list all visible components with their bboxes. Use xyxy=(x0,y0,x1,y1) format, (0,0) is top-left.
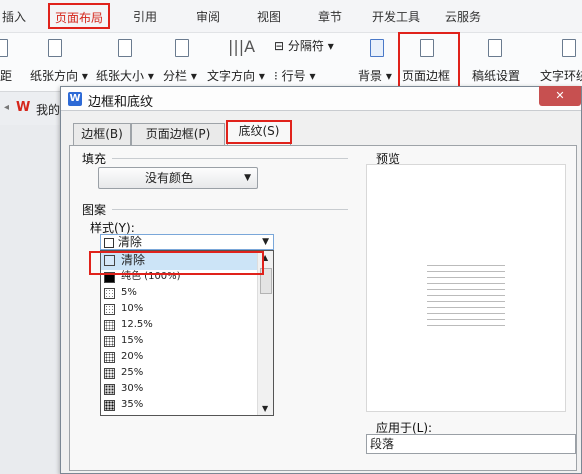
paper-size-icon[interactable] xyxy=(118,39,132,57)
fill-divider xyxy=(112,158,348,159)
tab-borders[interactable]: 边框(B) xyxy=(73,123,131,145)
paper-setting-icon[interactable] xyxy=(488,39,502,57)
page-border-highlight xyxy=(398,32,460,88)
preview-line xyxy=(427,283,505,284)
preview-line xyxy=(427,295,505,296)
fill-label: 填充 xyxy=(82,152,107,166)
preview-line xyxy=(427,319,505,320)
list-item[interactable]: 10% xyxy=(101,301,257,317)
list-item[interactable]: 20% xyxy=(101,349,257,365)
swatch-30-icon xyxy=(104,384,115,395)
preview-pane xyxy=(366,164,566,412)
shading-panel: 填充 没有颜色 ▼ 图案 样式(Y): 清除 ▼ 清除 纯色 (100%) 5%… xyxy=(69,145,577,471)
list-item[interactable]: 15% xyxy=(101,333,257,349)
text-wrap-button[interactable]: 文字环绕 xyxy=(540,67,582,84)
columns-button[interactable]: 分栏 ▾ xyxy=(163,67,197,84)
list-item[interactable]: 30% xyxy=(101,381,257,397)
list-item[interactable]: 25% xyxy=(101,365,257,381)
preview-line xyxy=(427,313,505,314)
margins-button[interactable]: 距 xyxy=(0,67,12,84)
orientation-button[interactable]: 纸张方向 ▾ xyxy=(30,67,88,84)
shading-tab-highlight xyxy=(226,120,292,144)
scroll-down-icon[interactable]: ▼ xyxy=(262,404,268,413)
clear-option-highlight xyxy=(89,251,264,275)
tab-page-layout[interactable]: 页面布局 xyxy=(48,3,110,29)
margins-icon[interactable] xyxy=(0,39,8,57)
dialog-titlebar[interactable]: W 边框和底纹 ✕ xyxy=(61,86,581,111)
ribbon-tab-bar: 插入 页面布局 引用 审阅 视图 章节 开发工具 云服务 xyxy=(0,0,582,32)
dialog-title: 边框和底纹 xyxy=(88,95,154,110)
fill-color-dropdown[interactable]: 没有颜色 ▼ xyxy=(98,167,258,189)
paper-size-button[interactable]: 纸张大小 ▾ xyxy=(96,67,154,84)
swatch-icon xyxy=(104,237,114,248)
swatch-12-5-icon xyxy=(104,320,115,331)
text-wrap-icon[interactable] xyxy=(562,39,576,57)
tab-insert[interactable]: 插入 xyxy=(2,8,26,25)
tab-cloud[interactable]: 云服务 xyxy=(445,8,481,25)
orientation-icon[interactable] xyxy=(48,39,62,57)
ellipsis-icon: ◂ xyxy=(4,102,10,113)
preview-line xyxy=(427,289,505,290)
tab-references[interactable]: 引用 xyxy=(133,8,157,25)
tab-chapter[interactable]: 章节 xyxy=(318,8,342,25)
swatch-5-icon xyxy=(104,288,115,299)
borders-shading-dialog: W 边框和底纹 ✕ 边框(B) 页面边框(P) 底纹(S) 填充 没有颜色 ▼ … xyxy=(60,86,582,474)
background-icon[interactable] xyxy=(370,39,384,57)
pattern-divider xyxy=(112,209,348,210)
preview-line xyxy=(427,265,505,266)
pattern-style-combo[interactable]: 清除 ▼ xyxy=(100,234,274,250)
line-number-button[interactable]: ⁝ 行号 ▾ xyxy=(274,67,316,84)
swatch-15-icon xyxy=(104,336,115,347)
background-button[interactable]: 背景 ▾ xyxy=(358,67,392,84)
swatch-20-icon xyxy=(104,352,115,363)
tab-page-border[interactable]: 页面边框(P) xyxy=(131,123,225,145)
preview-line xyxy=(427,271,505,272)
close-button[interactable]: ✕ xyxy=(539,86,581,106)
chevron-down-icon: ▼ xyxy=(244,173,251,183)
preview-line xyxy=(427,277,505,278)
swatch-25-icon xyxy=(104,368,115,379)
columns-icon[interactable] xyxy=(175,39,189,57)
text-direction-icon[interactable]: |||A xyxy=(228,37,255,56)
paper-setting-button[interactable]: 稿纸设置 xyxy=(472,67,520,84)
wps-logo-icon: W xyxy=(16,100,31,115)
list-item[interactable]: 5% xyxy=(101,285,257,301)
chevron-down-icon: ▼ xyxy=(262,237,269,247)
document-tab[interactable]: 我的 xyxy=(36,101,60,118)
list-item[interactable]: 35% xyxy=(101,397,257,413)
wps-app-icon: W xyxy=(68,92,82,106)
list-item[interactable]: 12.5% xyxy=(101,317,257,333)
preview-line xyxy=(427,325,505,326)
preview-line xyxy=(427,307,505,308)
apply-to-combo[interactable]: 段落 xyxy=(366,434,576,454)
tab-review[interactable]: 审阅 xyxy=(196,8,220,25)
preview-line xyxy=(427,301,505,302)
tab-view[interactable]: 视图 xyxy=(257,8,281,25)
tab-developer[interactable]: 开发工具 xyxy=(372,8,420,25)
swatch-10-icon xyxy=(104,304,115,315)
pattern-label: 图案 xyxy=(82,203,107,217)
ribbon-toolbar: 距 纸张方向 ▾ 纸张大小 ▾ 分栏 ▾ |||A 文字方向 ▾ ⊟ 分隔符 ▾… xyxy=(0,32,582,92)
separator-button[interactable]: ⊟ 分隔符 ▾ xyxy=(274,37,334,54)
swatch-35-icon xyxy=(104,400,115,411)
list-scrollbar[interactable]: ▲ ▼ xyxy=(257,251,273,415)
text-direction-button[interactable]: 文字方向 ▾ xyxy=(207,67,265,84)
